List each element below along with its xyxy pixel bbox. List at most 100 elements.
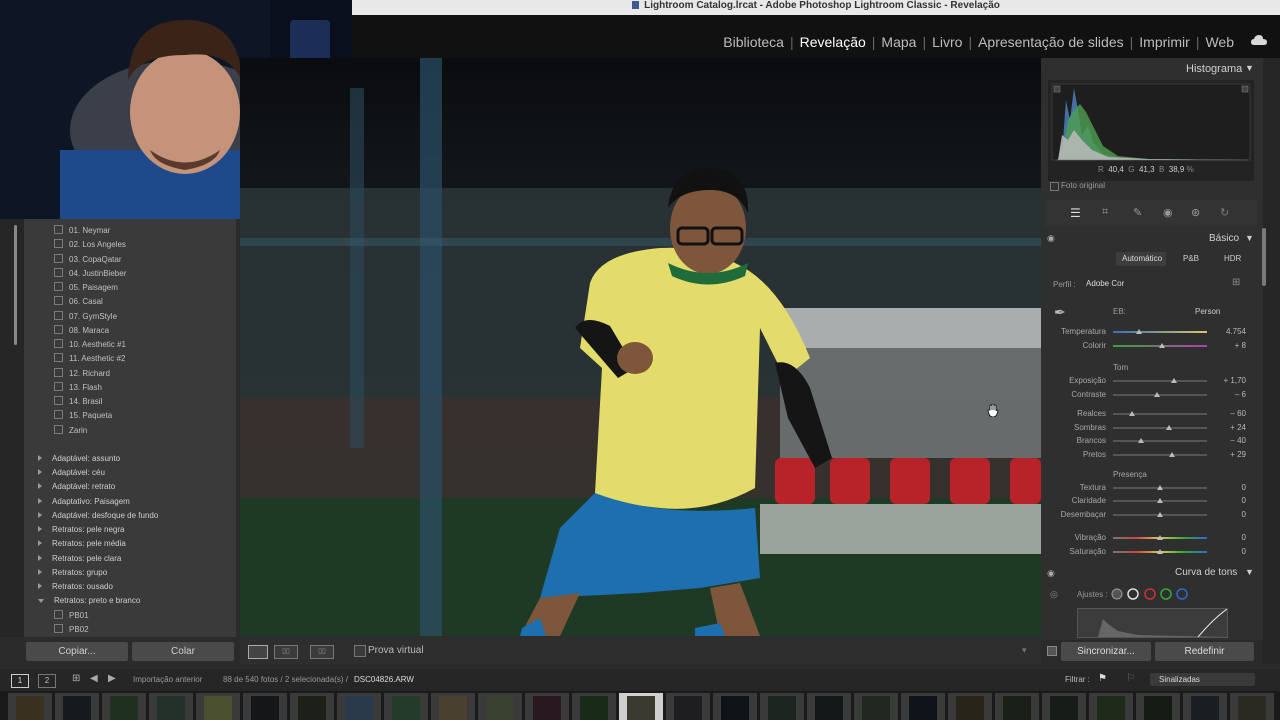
main-photo[interactable] (240, 58, 1041, 636)
target-adjust-icon[interactable]: ◎ (1050, 589, 1058, 600)
crop-icon[interactable]: ⌗ (1102, 206, 1108, 219)
filmstrip-thumbnail[interactable] (1230, 693, 1274, 720)
slider-track[interactable] (1113, 427, 1207, 429)
slider-value[interactable]: + 24 (1208, 423, 1246, 432)
grid-view-icon[interactable]: ⊞ (72, 673, 80, 684)
slider-thumb[interactable] (1166, 425, 1173, 430)
slider-value[interactable]: + 29 (1208, 450, 1246, 459)
filmstrip-thumbnail[interactable] (384, 693, 428, 720)
preset-group-expanded[interactable]: Retratos: preto e branco (24, 594, 140, 608)
basic-title[interactable]: Básico (1209, 233, 1239, 244)
reset-button[interactable]: Redefinir (1155, 642, 1254, 661)
filmstrip-thumbnail[interactable] (1183, 693, 1227, 720)
slider-thumb[interactable] (1157, 549, 1163, 554)
tone-curve-collapse-icon[interactable]: ▼ (1245, 567, 1254, 577)
preset-item[interactable]: 06. Casal (24, 295, 103, 309)
slider-thumb[interactable] (1154, 392, 1161, 397)
prev-arrow-icon[interactable]: ◀ (90, 673, 98, 684)
masking-icon[interactable]: ⊛ (1191, 206, 1200, 219)
preset-item[interactable]: 03. CopaQatar (24, 253, 121, 267)
filmstrip-thumbnail[interactable] (525, 693, 569, 720)
filmstrip-thumbnail[interactable] (196, 693, 240, 720)
profile-browser-icon[interactable]: ⊞ (1232, 277, 1240, 288)
preset-item[interactable]: 01. Neymar (24, 224, 110, 238)
filmstrip-thumbnail[interactable] (337, 693, 381, 720)
tone-curve-title[interactable]: Curva de tons (1175, 567, 1237, 578)
slider-value[interactable]: 0 (1208, 483, 1246, 492)
filmstrip-thumbnail[interactable] (572, 693, 616, 720)
sync-toggle[interactable] (1047, 646, 1057, 656)
reset-icon[interactable]: ↻ (1220, 206, 1229, 219)
loupe-view-icon[interactable] (248, 645, 268, 659)
filmstrip-thumbnail[interactable] (760, 693, 804, 720)
filmstrip-thumbnail[interactable] (290, 693, 334, 720)
filmstrip-thumbnail[interactable] (1136, 693, 1180, 720)
preset-group[interactable]: Retratos: pele clara (24, 552, 121, 566)
filmstrip-thumbnail[interactable] (102, 693, 146, 720)
slider-thumb[interactable] (1169, 452, 1176, 457)
sync-button[interactable]: Sincronizar... (1061, 642, 1151, 661)
slider-value[interactable]: 4.754 (1208, 327, 1246, 336)
preset-group[interactable]: Retratos: pele negra (24, 523, 125, 537)
filmstrip-thumbnail[interactable] (995, 693, 1039, 720)
filmstrip-thumbnail[interactable] (901, 693, 945, 720)
preset-group[interactable]: Adaptável: retrato (24, 480, 115, 494)
slider-value[interactable]: + 8 (1208, 341, 1246, 350)
preset-item[interactable]: 12. Richard (24, 367, 110, 381)
filmstrip-thumbnail[interactable] (713, 693, 757, 720)
preset-group[interactable]: Adaptável: assunto (24, 452, 120, 466)
slider-value[interactable]: – 60 (1208, 409, 1246, 418)
toolbar-menu-icon[interactable]: ▾ (1022, 645, 1027, 656)
preset-item[interactable]: PB02 (24, 623, 89, 637)
preset-group[interactable]: Adaptativo: Paisagem (24, 495, 130, 509)
left-panel-scrollbar[interactable] (14, 225, 17, 345)
screen-1-button[interactable]: 1 (11, 674, 29, 688)
right-panel-scrollbar[interactable] (1262, 228, 1266, 286)
histogram-area[interactable]: R 40,4 G 41,3 B 38,9 % (1048, 80, 1254, 181)
heal-icon[interactable]: ✎ (1133, 206, 1142, 219)
filmstrip-thumbnail[interactable] (854, 693, 898, 720)
slider-value[interactable]: 0 (1208, 547, 1246, 556)
tone-curve-graph[interactable] (1077, 608, 1228, 638)
profile-select[interactable]: Adobe Cor (1086, 279, 1124, 288)
copy-button[interactable]: Copiar... (26, 642, 128, 661)
filmstrip-thumbnail[interactable] (8, 693, 52, 720)
basic-collapse-icon[interactable]: ▼ (1245, 233, 1254, 243)
preset-group[interactable]: Adaptável: céu (24, 466, 105, 480)
filmstrip-thumbnail[interactable] (431, 693, 475, 720)
module-apresentacao[interactable]: Apresentação de slides (978, 34, 1124, 50)
before-after-split-icon[interactable]: ▯▯ (310, 645, 334, 659)
histogram-collapse-icon[interactable]: ▼ (1245, 63, 1254, 73)
slider-thumb[interactable] (1157, 498, 1163, 503)
preset-group[interactable]: Retratos: grupo (24, 566, 107, 580)
cloud-icon[interactable] (1251, 35, 1267, 45)
slider-track[interactable] (1113, 440, 1207, 442)
flag-icon[interactable]: ⚑ (1098, 673, 1107, 684)
slider-thumb[interactable] (1171, 378, 1178, 383)
slider-thumb[interactable] (1157, 512, 1163, 517)
slider-value[interactable]: 0 (1208, 496, 1246, 505)
histogram-title[interactable]: Histograma (1186, 63, 1242, 75)
filmstrip-thumbnail[interactable] (1042, 693, 1086, 720)
filename[interactable]: DSC04826.ARW (354, 675, 414, 684)
slider-thumb[interactable] (1136, 329, 1143, 334)
edit-sliders-icon[interactable]: ☰ (1070, 206, 1081, 220)
slider-value[interactable]: 0 (1208, 510, 1246, 519)
slider-value[interactable]: 0 (1208, 533, 1246, 542)
source-label[interactable]: Importação anterior (133, 675, 202, 684)
original-photo-checkbox[interactable] (1050, 182, 1059, 191)
filmstrip-thumbnail[interactable] (478, 693, 522, 720)
filmstrip-thumbnail[interactable] (948, 693, 992, 720)
module-mapa[interactable]: Mapa (881, 34, 916, 50)
filmstrip-thumbnail[interactable] (55, 693, 99, 720)
preset-group[interactable]: Adaptável: desfoque de fundo (24, 509, 158, 523)
reject-flag-icon[interactable]: ⚐ (1126, 673, 1135, 684)
preset-group[interactable]: Retratos: ousado (24, 580, 113, 594)
slider-thumb[interactable] (1128, 411, 1135, 416)
curve-channel-selector[interactable] (1109, 587, 1193, 601)
preset-item[interactable]: 15. Paqueta (24, 409, 112, 423)
preset-group[interactable]: Retratos: pele média (24, 537, 126, 551)
preset-item[interactable]: 08. Maraca (24, 324, 109, 338)
preset-item[interactable]: 10. Aesthetic #1 (24, 338, 126, 352)
filmstrip-thumbnail[interactable] (149, 693, 193, 720)
